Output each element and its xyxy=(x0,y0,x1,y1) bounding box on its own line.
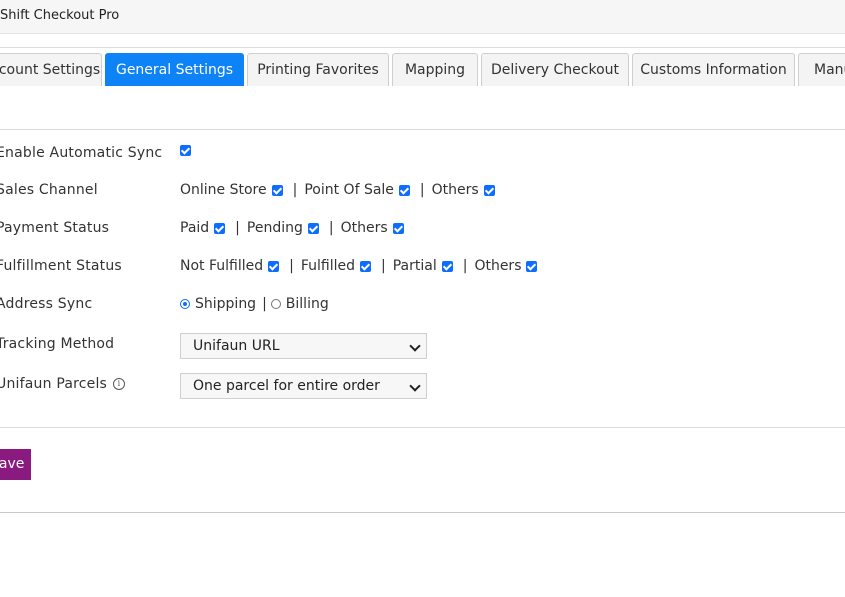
separator: | xyxy=(328,220,334,236)
auto-sync-row: Enable Automatic Sync xyxy=(0,145,845,165)
auto-sync-label: Enable Automatic Sync xyxy=(0,145,163,161)
payment-status-row: Payment Status Paid | Pending | Others xyxy=(0,220,845,240)
option-label: Others xyxy=(474,258,522,274)
sales-channel-row: Sales Channel Online Store | Point Of Sa… xyxy=(0,182,845,202)
info-icon[interactable]: i xyxy=(113,378,126,390)
fulfilled-checkbox[interactable] xyxy=(360,260,371,272)
tab-label: Printing Favorites xyxy=(257,62,379,78)
chevron-down-icon xyxy=(409,380,421,392)
tab-customs-information[interactable]: Customs Information xyxy=(632,53,795,86)
option-shipping: Shipping xyxy=(180,296,256,312)
option-pending: Pending xyxy=(247,220,319,236)
tab-general-settings[interactable]: General Settings xyxy=(105,53,244,86)
tab-label: General Settings xyxy=(115,62,234,78)
tab-bar: Account Settings General Settings Printi… xyxy=(0,53,845,88)
option-label: Partial xyxy=(392,258,437,274)
sales-channel-options: Online Store | Point Of Sale | Others xyxy=(180,182,495,198)
tab-mapping[interactable]: Mapping xyxy=(392,53,478,86)
tracking-method-select[interactable]: Unifaun URL xyxy=(180,333,427,359)
option-not-fulfilled: Not Fulfilled xyxy=(180,258,280,274)
tab-label: Manual xyxy=(814,62,845,78)
partial-checkbox[interactable] xyxy=(441,260,453,272)
fulfillment-status-options: Not Fulfilled | Fulfilled | Partial | Ot… xyxy=(180,258,538,274)
payment-status-options: Paid | Pending | Others xyxy=(180,220,404,236)
select-value: One parcel for entire order xyxy=(193,378,380,394)
option-paid: Paid xyxy=(180,220,226,236)
tab-label: Account Settings xyxy=(0,62,101,78)
tab-printing-favorites[interactable]: Printing Favorites xyxy=(247,53,389,86)
content-divider-top xyxy=(0,129,845,130)
select-value: Unifaun URL xyxy=(193,338,280,354)
unifaun-parcels-select[interactable]: One parcel for entire order xyxy=(180,373,427,399)
auto-sync-checkbox[interactable] xyxy=(180,145,191,156)
option-label: Fulfilled xyxy=(300,258,355,274)
fulfillment-others-checkbox[interactable] xyxy=(526,260,538,272)
paid-checkbox[interactable] xyxy=(214,222,226,234)
separator: | xyxy=(381,258,386,274)
option-fulfilled: Fulfilled xyxy=(301,258,371,274)
option-label: Paid xyxy=(180,220,210,236)
option-label: Others xyxy=(340,220,388,236)
address-sync-options: Shipping | Billing xyxy=(180,296,329,312)
option-label: Others xyxy=(431,182,479,198)
sales-others-checkbox[interactable] xyxy=(483,184,495,196)
option-label: Online Store xyxy=(180,182,267,198)
option-label: Point Of Sale xyxy=(304,182,394,198)
app-title: Shift Checkout Pro xyxy=(0,8,120,23)
address-sync-label: Address Sync xyxy=(0,296,93,312)
auto-sync-control xyxy=(180,145,191,156)
tab-account-settings[interactable]: Account Settings xyxy=(0,53,102,86)
option-fulfillment-others: Others xyxy=(474,258,538,274)
tab-label: Delivery Checkout xyxy=(490,62,620,78)
option-payment-others: Others xyxy=(341,220,404,236)
unifaun-parcels-label: Unifaun Parcels xyxy=(0,376,108,392)
tab-label: Customs Information xyxy=(640,62,787,78)
tab-delivery-checkout[interactable]: Delivery Checkout xyxy=(481,53,629,86)
chevron-down-icon xyxy=(409,340,421,352)
online-store-checkbox[interactable] xyxy=(271,184,283,196)
tracking-method-label: Tracking Method xyxy=(0,336,115,352)
separator: | xyxy=(419,182,425,198)
sales-channel-label: Sales Channel xyxy=(0,182,98,198)
option-billing: Billing xyxy=(270,296,329,312)
payment-others-checkbox[interactable] xyxy=(392,222,404,234)
option-point-of-sale: Point Of Sale xyxy=(304,182,410,198)
tab-label: Mapping xyxy=(404,62,466,78)
not-fulfilled-checkbox[interactable] xyxy=(268,260,280,272)
option-online-store: Online Store xyxy=(180,182,283,198)
option-partial: Partial xyxy=(393,258,453,274)
fulfillment-status-row: Fulfillment Status Not Fulfilled | Fulfi… xyxy=(0,258,845,278)
footer-divider xyxy=(0,512,845,513)
option-sales-others: Others xyxy=(432,182,495,198)
separator: | xyxy=(292,182,298,198)
shipping-radio[interactable] xyxy=(180,299,190,309)
option-label: Not Fulfilled xyxy=(180,258,264,274)
tab-manual[interactable]: Manual xyxy=(798,53,845,86)
payment-status-label: Payment Status xyxy=(0,220,110,236)
unifaun-parcels-label-wrap: Unifaun Parcels i xyxy=(0,376,126,392)
separator: | xyxy=(289,258,294,274)
separator: | xyxy=(235,220,240,236)
app-header: Shift Checkout Pro xyxy=(0,0,845,34)
separator: | xyxy=(462,258,468,274)
point-of-sale-checkbox[interactable] xyxy=(398,184,410,196)
address-sync-row: Address Sync Shipping | Billing xyxy=(0,296,845,316)
header-divider xyxy=(0,47,845,48)
option-label: Billing xyxy=(285,296,329,312)
fulfillment-status-label: Fulfillment Status xyxy=(0,258,122,274)
billing-radio[interactable] xyxy=(270,299,281,309)
separator: | xyxy=(262,296,267,312)
save-button[interactable]: Save xyxy=(0,449,31,480)
option-label: Shipping xyxy=(195,296,257,312)
option-label: Pending xyxy=(246,220,303,236)
pending-checkbox[interactable] xyxy=(307,222,319,234)
content-divider-bottom xyxy=(0,427,845,428)
